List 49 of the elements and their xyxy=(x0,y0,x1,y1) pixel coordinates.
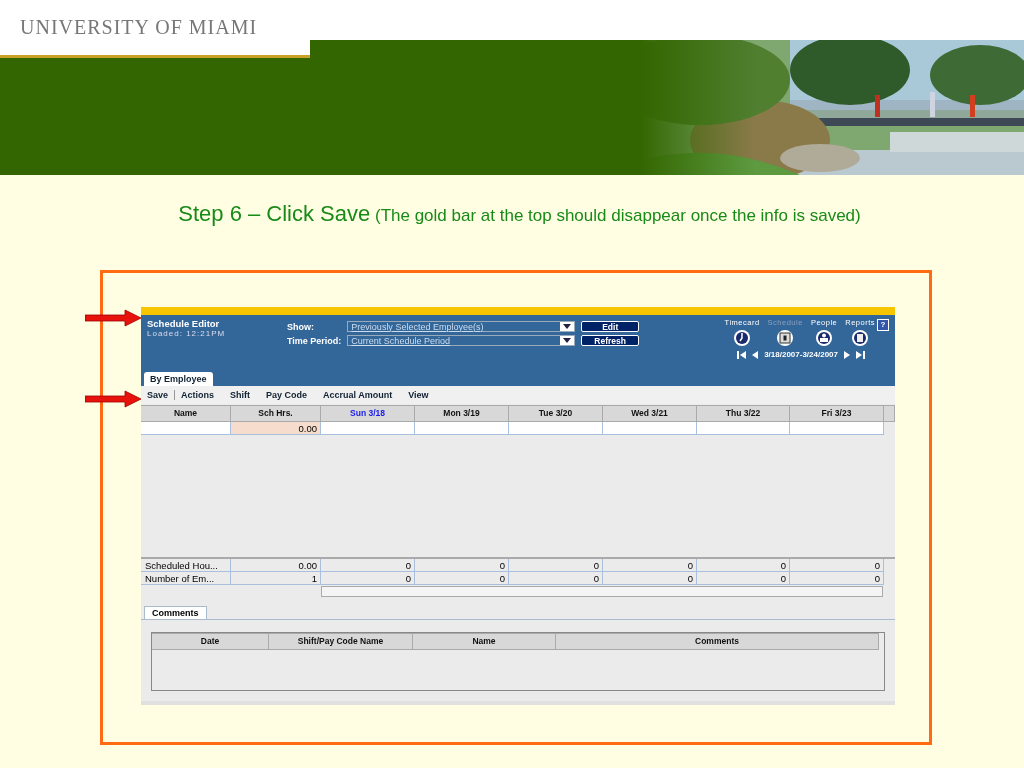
table-cell: 0 xyxy=(603,572,697,585)
table-cell: 0 xyxy=(697,572,790,585)
tab[interactable]: Comments xyxy=(144,606,207,619)
column-header[interactable]: Name xyxy=(413,633,556,650)
table-cell: 0 xyxy=(509,572,603,585)
table-cell: 0 xyxy=(790,572,884,585)
column-header[interactable]: Comments xyxy=(556,633,879,650)
table-cell: 1 xyxy=(231,572,321,585)
university-logo: UNIVERSITY OF MIAMI xyxy=(20,16,258,39)
table-cell: 0 xyxy=(321,572,415,585)
window-title: Schedule Editor xyxy=(147,318,221,329)
toolbar-menu[interactable]: View xyxy=(408,390,429,400)
show-dropdown[interactable]: Previously Selected Employee(s) xyxy=(347,321,576,332)
toolbar-menu[interactable]: Accrual Amount xyxy=(323,390,393,400)
table-cell: 0 xyxy=(603,559,697,572)
table-cell: 0.00 xyxy=(231,422,321,435)
column-header[interactable]: Wed 3/21 xyxy=(603,405,697,422)
column-header[interactable]: Sun 3/18 xyxy=(321,405,415,422)
field-label: Show: xyxy=(287,321,315,332)
column-header[interactable]: Shift/Pay Code Name xyxy=(269,633,413,650)
table-cell: 0 xyxy=(415,559,509,572)
tab[interactable]: By Employee xyxy=(144,372,213,386)
table-cell: 0 xyxy=(321,559,415,572)
step-instruction: Step 6 – Click Save (The gold bar at the top should disappear once the info is saved) xyxy=(177,201,862,228)
toolbar-menu[interactable]: Actions xyxy=(181,390,215,400)
column-header[interactable]: Fri 3/23 xyxy=(790,405,884,422)
field-label: Time Period: xyxy=(287,335,342,346)
column-header[interactable]: Sch Hrs. xyxy=(231,405,321,422)
column-header[interactable]: Date xyxy=(152,633,269,650)
table-cell: 0 xyxy=(509,559,603,572)
column-header[interactable]: Tue 3/20 xyxy=(509,405,603,422)
column-header[interactable]: Thu 3/22 xyxy=(697,405,790,422)
table-cell: 0 xyxy=(697,559,790,572)
table-cell: 0 xyxy=(790,559,884,572)
toolbar-menu[interactable]: Pay Code xyxy=(266,390,308,400)
date-range: 3/18/2007-3/24/2007 xyxy=(764,350,838,359)
table-cell: 0 xyxy=(415,572,509,585)
refresh-button[interactable]: Refresh xyxy=(581,335,639,346)
table-cell: Scheduled Hou... xyxy=(141,559,231,572)
toolbar-menu[interactable]: Shift xyxy=(230,390,251,400)
toolbar-menu[interactable]: Save xyxy=(147,390,176,400)
table-cell: 0.00 xyxy=(231,559,321,572)
loaded-time: Loaded: 12:21PM xyxy=(147,329,227,338)
time-period-dropdown[interactable]: Current Schedule Period xyxy=(347,335,576,346)
table-cell: Number of Em... xyxy=(141,572,231,585)
column-header[interactable]: Name xyxy=(141,405,231,422)
column-header[interactable]: Mon 3/19 xyxy=(415,405,509,422)
edit-button[interactable]: Edit xyxy=(581,321,639,332)
help-button[interactable]: ? xyxy=(877,319,889,331)
